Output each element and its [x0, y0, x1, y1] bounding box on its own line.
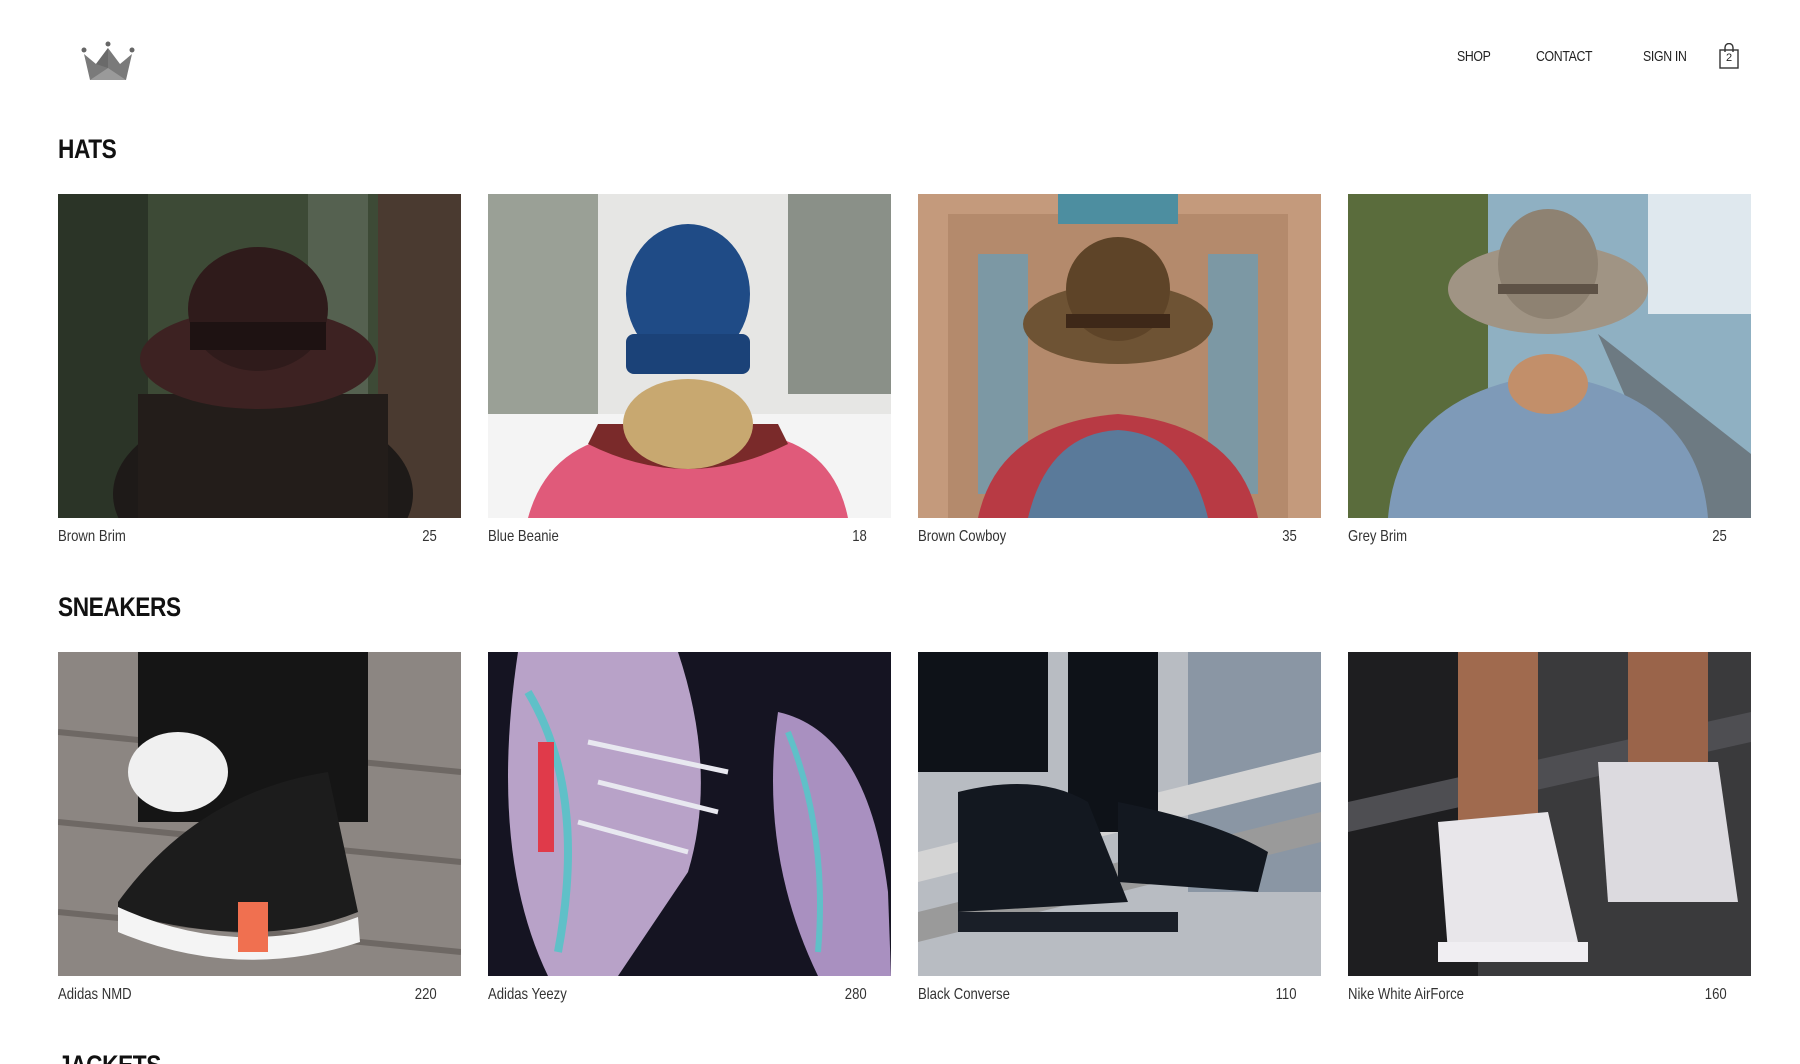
nav-sign-in-link[interactable]: SIGN IN: [1643, 48, 1687, 65]
product-footer: Blue Beanie 18: [488, 524, 891, 550]
product-card[interactable]: Brown Brim 25: [58, 194, 461, 550]
product-footer: Brown Brim 25: [58, 524, 461, 550]
cart-button[interactable]: 2: [1718, 42, 1740, 69]
product-card[interactable]: Black Converse 110: [918, 652, 1321, 1008]
product-image: [58, 194, 461, 518]
product-price: 110: [1276, 986, 1297, 1003]
product-image: [488, 194, 891, 518]
nav-shop-link[interactable]: SHOP: [1457, 48, 1491, 65]
product-name: Brown Cowboy: [918, 528, 1007, 545]
product-card[interactable]: Brown Cowboy 35: [918, 194, 1321, 550]
product-footer: Brown Cowboy 35: [918, 524, 1321, 550]
product-footer: Adidas NMD 220: [58, 982, 461, 1008]
product-name: Black Converse: [918, 986, 1010, 1003]
crown-icon[interactable]: [80, 40, 136, 84]
product-price: 280: [845, 986, 867, 1003]
product-footer: Grey Brim 25: [1348, 524, 1751, 550]
product-name: Blue Beanie: [488, 528, 559, 545]
product-price: 25: [1712, 528, 1727, 545]
product-price: 25: [422, 528, 437, 545]
section-title-jackets[interactable]: JACKETS: [58, 1050, 161, 1064]
main-nav: SHOP CONTACT SIGN IN 2: [1457, 42, 1740, 69]
cart-count: 2: [1725, 52, 1733, 64]
product-card[interactable]: Grey Brim 25: [1348, 194, 1751, 550]
product-price: 160: [1705, 986, 1727, 1003]
product-card[interactable]: Blue Beanie 18: [488, 194, 891, 550]
section-title-sneakers[interactable]: SNEAKERS: [58, 592, 181, 623]
product-price: 18: [852, 528, 867, 545]
product-image: [58, 652, 461, 976]
header: SHOP CONTACT SIGN IN 2: [0, 0, 1800, 110]
section-title-hats[interactable]: HATS: [58, 134, 117, 165]
product-footer: Nike White AirForce 160: [1348, 982, 1751, 1008]
product-footer: Adidas Yeezy 280: [488, 982, 891, 1008]
product-grid-sneakers: Adidas NMD 220 Adidas Yeezy 280 Black Co…: [58, 652, 1752, 1008]
product-image: [1348, 652, 1751, 976]
product-image: [918, 194, 1321, 518]
product-footer: Black Converse 110: [918, 982, 1321, 1008]
product-name: Grey Brim: [1348, 528, 1408, 545]
product-price: 35: [1282, 528, 1297, 545]
product-grid-hats: Brown Brim 25 Blue Beanie 18 Brown Cowbo…: [58, 194, 1752, 550]
product-name: Adidas Yeezy: [488, 986, 567, 1003]
product-card[interactable]: Adidas NMD 220: [58, 652, 461, 1008]
product-image: [918, 652, 1321, 976]
product-price: 220: [415, 986, 437, 1003]
product-image: [488, 652, 891, 976]
product-image: [1348, 194, 1751, 518]
product-card[interactable]: Adidas Yeezy 280: [488, 652, 891, 1008]
nav-contact-link[interactable]: CONTACT: [1536, 48, 1593, 65]
shop-page: SHOP CONTACT SIGN IN 2 HATS Brown Brim 2…: [0, 0, 1800, 1064]
product-name: Brown Brim: [58, 528, 126, 545]
product-name: Nike White AirForce: [1348, 986, 1464, 1003]
product-card[interactable]: Nike White AirForce 160: [1348, 652, 1751, 1008]
product-name: Adidas NMD: [58, 986, 132, 1003]
